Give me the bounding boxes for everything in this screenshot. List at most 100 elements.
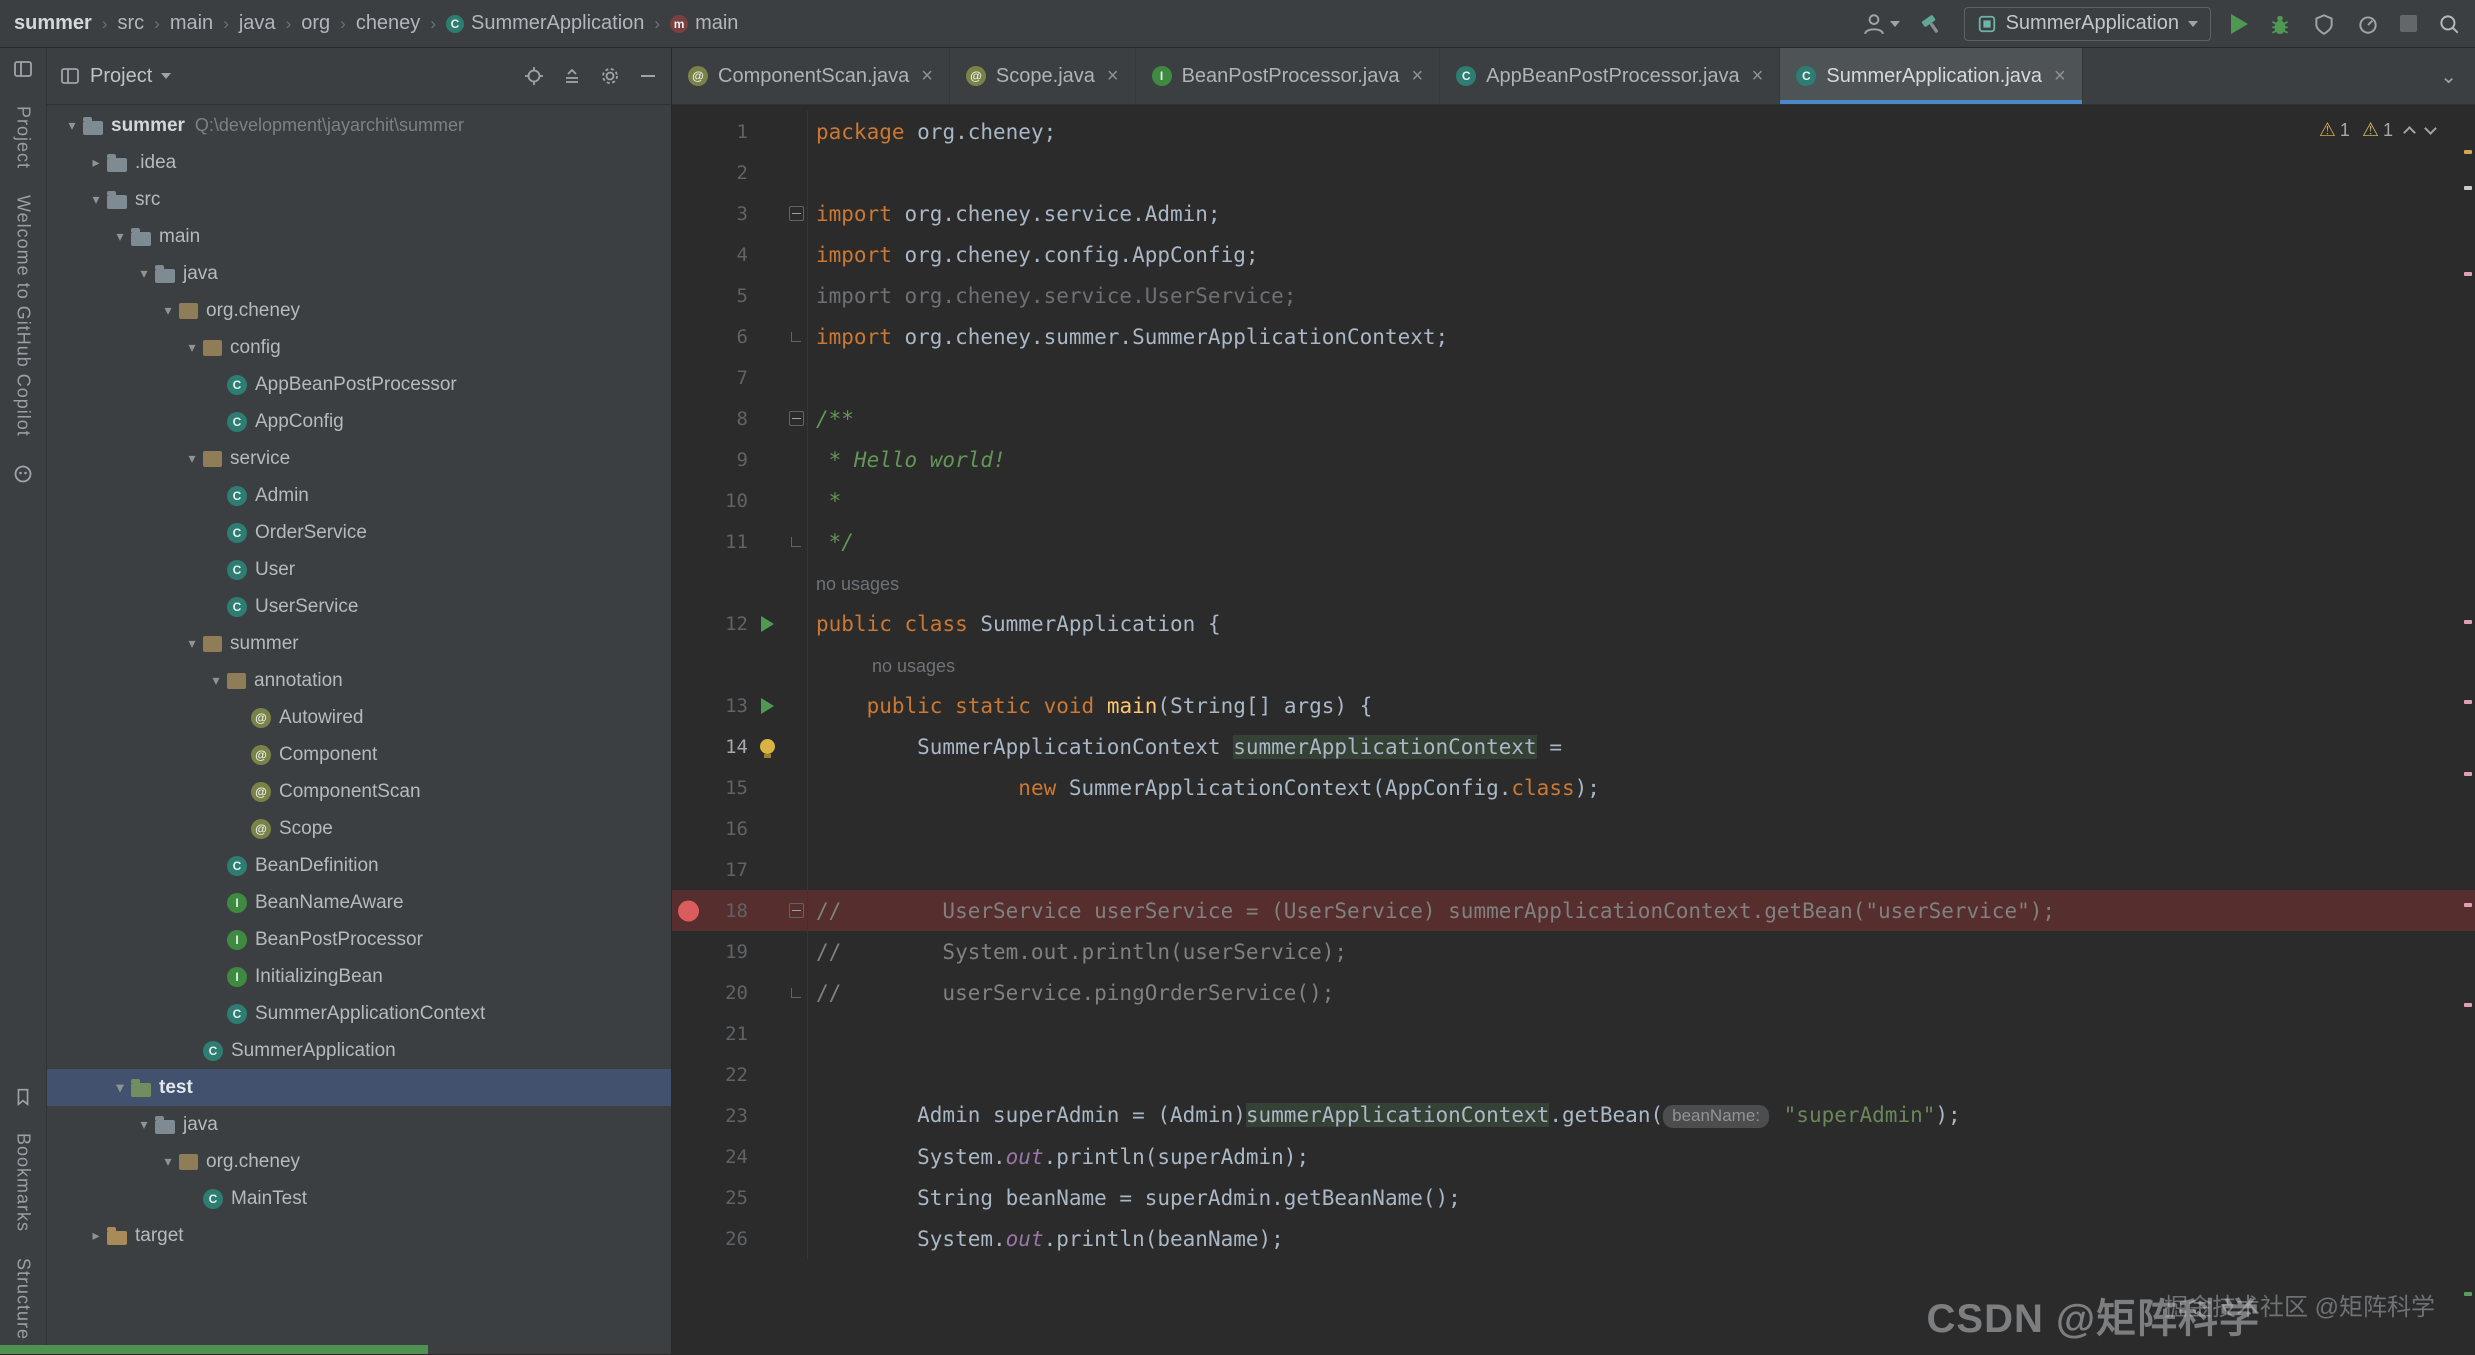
gutter[interactable]: 26: [672, 1218, 808, 1259]
tree-chevron-icon[interactable]: ▾: [181, 635, 203, 652]
gutter[interactable]: 25: [672, 1177, 808, 1218]
stripe-structure-label[interactable]: Structure: [13, 1258, 34, 1340]
tree-item[interactable]: ▾annotation: [47, 662, 671, 699]
hidden-tabs-icon[interactable]: ⌄: [2422, 64, 2475, 89]
tree-item[interactable]: @ComponentScan: [47, 773, 671, 810]
gutter[interactable]: 20: [672, 972, 808, 1013]
gutter[interactable]: 21: [672, 1013, 808, 1054]
gutter[interactable]: 9: [672, 439, 808, 480]
tree-item[interactable]: @Component: [47, 736, 671, 773]
stripe-mark[interactable]: [2464, 1003, 2472, 1007]
chevron-down-icon[interactable]: [2424, 122, 2437, 135]
gutter[interactable]: 14: [672, 726, 808, 767]
tree-chevron-icon[interactable]: ▸: [85, 1227, 107, 1244]
tree-item[interactable]: IBeanPostProcessor: [47, 921, 671, 958]
tree-chevron-icon[interactable]: ▾: [133, 1116, 155, 1133]
warning-item[interactable]: ⚠1: [2319, 119, 2350, 142]
warning-item[interactable]: ⚠1: [2362, 119, 2393, 142]
tree-chevron-icon[interactable]: ▾: [157, 302, 179, 319]
fold-start-icon[interactable]: [789, 206, 804, 221]
gutter[interactable]: 19: [672, 931, 808, 972]
close-icon[interactable]: ×: [1411, 65, 1423, 88]
editor-tab[interactable]: CSummerApplication.java×: [1780, 48, 2082, 104]
tree-item[interactable]: CUserService: [47, 588, 671, 625]
error-stripe[interactable]: [2461, 105, 2475, 1354]
tree-item[interactable]: @Scope: [47, 810, 671, 847]
editor-tab[interactable]: IBeanPostProcessor.java×: [1136, 48, 1441, 104]
tree-item[interactable]: ▾java: [47, 1106, 671, 1143]
chevron-down-icon[interactable]: [161, 73, 171, 79]
tree-item[interactable]: @Autowired: [47, 699, 671, 736]
close-icon[interactable]: ×: [921, 65, 933, 88]
tree-item[interactable]: ▾main: [47, 218, 671, 255]
fold-start-icon[interactable]: [789, 903, 804, 918]
intention-bulb-icon[interactable]: [760, 739, 775, 754]
search-everywhere-button[interactable]: [2437, 12, 2461, 36]
tree-item[interactable]: ▾service: [47, 440, 671, 477]
gutter[interactable]: 16: [672, 808, 808, 849]
tree-chevron-icon[interactable]: ▾: [133, 265, 155, 282]
run-configuration-select[interactable]: SummerApplication: [1964, 7, 2211, 41]
tree-chevron-icon[interactable]: ▾: [181, 450, 203, 467]
stripe-mark[interactable]: [2464, 620, 2472, 624]
gutter[interactable]: 5: [672, 275, 808, 316]
run-line-icon[interactable]: [761, 616, 774, 632]
tree-chevron-icon[interactable]: ▾: [109, 1079, 131, 1096]
breakpoint-icon[interactable]: [678, 900, 699, 921]
editor-tab[interactable]: CAppBeanPostProcessor.java×: [1440, 48, 1780, 104]
gutter[interactable]: [672, 562, 808, 603]
coverage-button[interactable]: [2312, 12, 2336, 36]
gutter[interactable]: 24: [672, 1136, 808, 1177]
breadcrumb-item[interactable]: cheney: [356, 12, 421, 35]
stripe-mark[interactable]: [2464, 772, 2472, 776]
tree-item[interactable]: CUser: [47, 551, 671, 588]
tree-item[interactable]: CAppConfig: [47, 403, 671, 440]
tree-item[interactable]: IInitializingBean: [47, 958, 671, 995]
tree-chevron-icon[interactable]: ▾: [109, 228, 131, 245]
stripe-bookmarks-label[interactable]: Bookmarks: [13, 1133, 34, 1232]
fold-start-icon[interactable]: [789, 411, 804, 426]
tree-item[interactable]: CSummerApplicationContext: [47, 995, 671, 1032]
tree-item[interactable]: ▾config: [47, 329, 671, 366]
tree-chevron-icon[interactable]: ▾: [181, 339, 203, 356]
breadcrumb-item[interactable]: mmain: [670, 12, 738, 35]
stripe-mark[interactable]: [2464, 903, 2472, 907]
gutter[interactable]: 2: [672, 152, 808, 193]
gear-icon[interactable]: [599, 65, 621, 87]
gutter[interactable]: 18: [672, 890, 808, 931]
tree-chevron-icon[interactable]: ▾: [85, 191, 107, 208]
tree-chevron-icon[interactable]: ▾: [157, 1153, 179, 1170]
gutter[interactable]: 6: [672, 316, 808, 357]
debug-button[interactable]: [2268, 12, 2292, 36]
breadcrumb-item[interactable]: src: [117, 12, 144, 35]
tree-chevron-icon[interactable]: ▾: [61, 117, 83, 134]
stripe-mark[interactable]: [2464, 150, 2472, 154]
gutter[interactable]: 3: [672, 193, 808, 234]
stripe-mark[interactable]: [2464, 700, 2472, 704]
run-button[interactable]: [2231, 14, 2248, 34]
gutter[interactable]: 8: [672, 398, 808, 439]
tree-item[interactable]: ▾org.cheney: [47, 292, 671, 329]
tree-item[interactable]: COrderService: [47, 514, 671, 551]
gutter[interactable]: 23: [672, 1095, 808, 1136]
gutter[interactable]: 17: [672, 849, 808, 890]
locate-file-icon[interactable]: [523, 65, 545, 87]
tree-item[interactable]: ▾summer: [47, 625, 671, 662]
gutter[interactable]: 11: [672, 521, 808, 562]
stop-button[interactable]: [2400, 15, 2417, 32]
profiler-button[interactable]: [2356, 12, 2380, 36]
editor-tab[interactable]: @ComponentScan.java×: [672, 48, 950, 104]
tree-item[interactable]: ▾summerQ:\development\jayarchit\summer: [47, 107, 671, 144]
run-line-icon[interactable]: [761, 698, 774, 714]
breadcrumb-item[interactable]: summer: [14, 12, 92, 35]
tree-item[interactable]: ▸.idea: [47, 144, 671, 181]
tree-chevron-icon[interactable]: ▾: [205, 672, 227, 689]
tree-item[interactable]: ▾test: [47, 1069, 671, 1106]
bookmark-icon[interactable]: [13, 1087, 33, 1107]
tree-item[interactable]: CBeanDefinition: [47, 847, 671, 884]
tree-item[interactable]: ▾java: [47, 255, 671, 292]
editor-tab[interactable]: @Scope.java×: [950, 48, 1136, 104]
close-icon[interactable]: ×: [1752, 65, 1764, 88]
close-icon[interactable]: ×: [1107, 65, 1119, 88]
stripe-mark[interactable]: [2464, 272, 2472, 276]
